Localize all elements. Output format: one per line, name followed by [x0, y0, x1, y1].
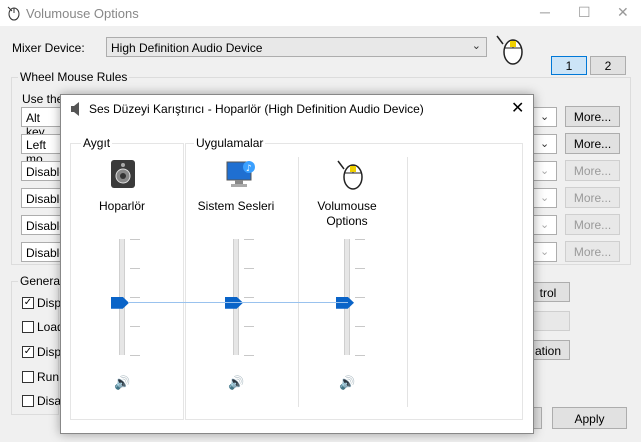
rule-action-select[interactable]: ⌄: [533, 161, 557, 181]
wheel-mouse-rules-label: Wheel Mouse Rules: [18, 70, 130, 84]
maximize-icon[interactable]: ☐: [578, 4, 591, 21]
device-group-label: Aygıt: [81, 136, 113, 150]
use-the-label: Use the: [22, 92, 64, 106]
speaker-device-icon: [110, 159, 136, 189]
applications-group-label: Uygulamalar: [194, 136, 266, 150]
chevron-down-icon: ⌄: [540, 192, 550, 204]
tab-2-button[interactable]: 2: [590, 56, 626, 75]
channel-name: Hoparlör: [98, 199, 146, 213]
mute-speaker-icon[interactable]: 🔊: [114, 375, 130, 391]
rule-action-select[interactable]: ⌄: [533, 107, 557, 127]
volume-tick: [355, 355, 365, 356]
channel-separator: [298, 157, 299, 407]
background-window-title: Volumouse Options: [26, 6, 139, 21]
apply-button-label: Apply: [574, 412, 605, 426]
general-checkbox[interactable]: [22, 395, 34, 407]
general-checkbox[interactable]: [22, 371, 34, 383]
more-button-label: More...: [573, 110, 612, 124]
more-button[interactable]: More...: [565, 241, 620, 262]
background-title-bar: Volumouse Options ─ ☐ ✕: [0, 0, 641, 26]
general-checkbox[interactable]: ✓: [22, 346, 34, 358]
more-button-label: More...: [573, 191, 612, 205]
chevron-down-icon: ⌄: [540, 246, 550, 258]
general-checkbox[interactable]: [22, 321, 34, 333]
general-checkbox[interactable]: ✓: [22, 297, 34, 309]
more-button-label: More...: [573, 218, 612, 232]
more-button[interactable]: More...: [565, 160, 620, 181]
volume-tick: [130, 297, 140, 298]
chevron-down-icon: ⌄: [540, 138, 550, 150]
minimize-icon[interactable]: ─: [540, 4, 550, 20]
apply-button[interactable]: Apply: [552, 407, 627, 429]
mute-speaker-icon[interactable]: 🔊: [339, 375, 355, 391]
more-button-label: More...: [573, 137, 612, 151]
mixer-device-select[interactable]: High Definition Audio Device ⌄: [106, 37, 487, 57]
channel-name: Sistem Sesleri: [197, 199, 275, 213]
close-icon[interactable]: ✕: [511, 98, 524, 118]
more-button[interactable]: More...: [565, 214, 620, 235]
close-icon[interactable]: ✕: [617, 4, 629, 21]
volumouse-app-icon: [6, 5, 22, 21]
rule-key-select[interactable]: Alt key: [21, 107, 61, 139]
rule-action-select[interactable]: ⌄: [533, 188, 557, 208]
rule-key-select[interactable]: Disable: [21, 161, 66, 181]
rule-action-select[interactable]: ⌄: [533, 242, 557, 262]
more-button-label: More...: [573, 245, 612, 259]
volume-tick: [244, 355, 254, 356]
volume-tick: [355, 297, 365, 298]
volumouse-options-icon: [335, 159, 367, 191]
volume-tick: [355, 268, 365, 269]
volume-tick: [130, 326, 140, 327]
chevron-down-icon: ⌄: [471, 40, 481, 52]
control-button-label: trol: [539, 286, 557, 300]
rule-key-select[interactable]: Disable: [21, 242, 66, 262]
more-button[interactable]: More...: [565, 133, 620, 154]
channel-name: Volumouse Options: [317, 199, 377, 228]
volume-tick: [244, 326, 254, 327]
volume-mixer-dialog: Ses Düzeyi Karıştırıcı - Hoparlör (High …: [60, 94, 534, 434]
rule-key-select[interactable]: Disable: [21, 215, 66, 235]
more-button[interactable]: More...: [565, 106, 620, 127]
chevron-down-icon: ⌄: [540, 111, 550, 123]
link-line: [128, 302, 348, 303]
volume-tick: [244, 297, 254, 298]
volume-tick: [130, 239, 140, 240]
rule-action-select[interactable]: ⌄: [533, 215, 557, 235]
chevron-down-icon: ⌄: [540, 165, 550, 177]
volume-tick: [244, 239, 254, 240]
mouse-icon: [493, 32, 529, 68]
svg-text:♪: ♪: [246, 164, 252, 174]
tab-2-label: 2: [604, 59, 612, 73]
configuration-button-label: ation: [534, 344, 562, 358]
speaker-app-icon: [69, 101, 85, 117]
tab-1-label: 1: [565, 59, 573, 73]
rule-key-select[interactable]: Left mo: [21, 134, 61, 166]
more-button-label: More...: [573, 164, 612, 178]
mixer-device-label: Mixer Device:: [12, 41, 85, 55]
volume-tick: [244, 268, 254, 269]
chevron-down-icon: ⌄: [540, 219, 550, 231]
rule-action-select[interactable]: ⌄: [533, 134, 557, 154]
rule-key-select[interactable]: Disable: [21, 188, 66, 208]
mixer-dialog-title: Ses Düzeyi Karıştırıcı - Hoparlör (High …: [89, 102, 424, 116]
mute-speaker-icon[interactable]: 🔊: [228, 375, 244, 391]
volume-tick: [130, 268, 140, 269]
channel-separator: [407, 157, 408, 407]
volume-tick: [355, 326, 365, 327]
volume-tick: [355, 239, 365, 240]
system-sounds-icon: ♪: [225, 159, 257, 189]
mixer-device-value: High Definition Audio Device: [111, 41, 263, 55]
more-button[interactable]: More...: [565, 187, 620, 208]
general-option-label: Run: [37, 370, 60, 384]
general-label: General: [18, 274, 65, 288]
volume-tick: [130, 355, 140, 356]
tab-1-button[interactable]: 1: [551, 56, 587, 75]
